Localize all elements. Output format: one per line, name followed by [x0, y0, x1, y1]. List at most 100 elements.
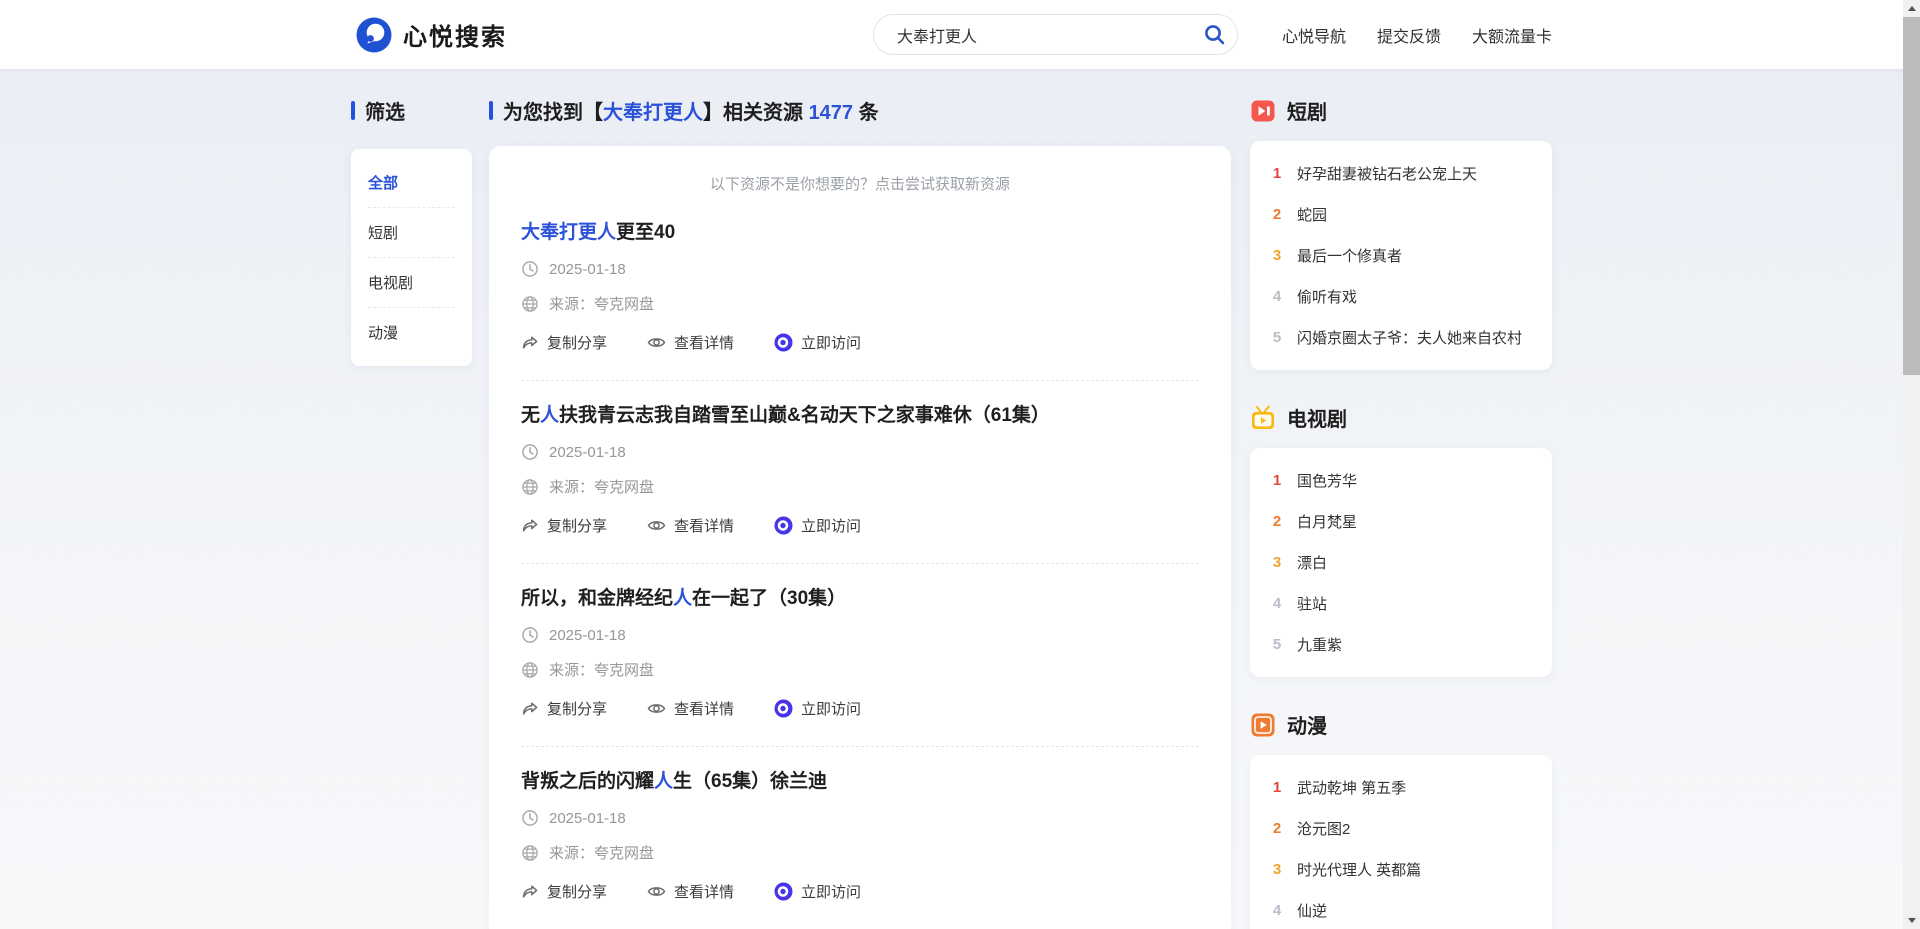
ranking-item[interactable]: 1武动乾坤 第五季	[1270, 767, 1532, 808]
copy-share-label: 复制分享	[547, 332, 607, 353]
ranking-item[interactable]: 4偷听有戏	[1270, 276, 1532, 317]
view-details-button[interactable]: 查看详情	[647, 698, 734, 719]
results-list: 大奉打更人更至40 2025-01-18 来源：夸克网盘	[521, 198, 1199, 929]
view-details-label: 查看详情	[674, 332, 734, 353]
copy-share-button[interactable]: 复制分享	[521, 515, 607, 536]
nav-link[interactable]: 提交反馈	[1377, 23, 1441, 47]
result-title-link[interactable]: 无人扶我青云志我自踏雪至山巅&名动天下之家事难休（61集）	[521, 404, 1199, 428]
rankings-panel: 短剧 1好孕甜妻被钻石老公宠上天2蛇园3最后一个修真者4偷听有戏5闪婚京圈太子爷…	[1250, 96, 1552, 929]
rank-number: 2	[1270, 513, 1284, 530]
copy-share-button[interactable]: 复制分享	[521, 881, 607, 902]
share-icon	[521, 883, 539, 901]
search-icon	[1203, 23, 1226, 46]
rank-number: 3	[1270, 861, 1284, 878]
filter-item[interactable]: 全部	[368, 158, 455, 208]
filter-panel: 筛选 全部短剧电视剧动漫	[351, 96, 472, 366]
scroll-down-button[interactable]	[1903, 912, 1920, 929]
heading-count: 1477	[809, 102, 854, 124]
scrollbar-thumb[interactable]	[1903, 17, 1920, 375]
ranking-item[interactable]: 5九重紫	[1270, 624, 1532, 665]
copy-share-button[interactable]: 复制分享	[521, 698, 607, 719]
ranking-item[interactable]: 3漂白	[1270, 542, 1532, 583]
filter-title: 筛选	[365, 96, 405, 125]
rank-number: 1	[1270, 472, 1284, 489]
ranking-item[interactable]: 2沧元图2	[1270, 808, 1532, 849]
visit-now-button[interactable]: 立即访问	[774, 698, 861, 719]
header: 心悦搜索 心悦导航 提交反馈 大额流量卡	[0, 0, 1920, 69]
results-heading-text: 为您找到【大奉打更人】相关资源 1477 条	[503, 96, 879, 125]
visit-now-button[interactable]: 立即访问	[774, 515, 861, 536]
logo[interactable]: 心悦搜索	[355, 0, 507, 69]
result-source: 来源：夸克网盘	[549, 842, 654, 863]
visit-icon	[774, 699, 793, 718]
filter-item[interactable]: 动漫	[368, 308, 455, 357]
scrollbar[interactable]	[1903, 0, 1920, 929]
eye-icon	[647, 333, 666, 352]
ranking-item[interactable]: 4 驻站	[1270, 583, 1532, 624]
result-source: 来源：夸克网盘	[549, 293, 654, 314]
search-button[interactable]	[1191, 15, 1237, 54]
filter-item[interactable]: 短剧	[368, 208, 455, 258]
result-date-row: 2025-01-18	[521, 443, 1199, 461]
ranking-item[interactable]: 5闪婚京圈太子爷：夫人她来自农村	[1270, 317, 1532, 358]
rank-label: 国色芳华	[1297, 470, 1357, 491]
globe-icon	[521, 295, 539, 313]
result-actions: 复制分享 查看详情 立即访问	[521, 332, 1199, 353]
view-details-button[interactable]: 查看详情	[647, 515, 734, 536]
result-item: 无人扶我青云志我自踏雪至山巅&名动天下之家事难休（61集） 2025-01-18	[521, 381, 1199, 564]
result-source-row: 来源：夸克网盘	[521, 659, 1199, 680]
results-card: 以下资源不是你想要的？点击尝试获取新资源 大奉打更人更至40 2025-01-1…	[489, 146, 1231, 929]
result-title-link[interactable]: 大奉打更人更至40	[521, 221, 1199, 245]
nav-link[interactable]: 大额流量卡	[1472, 23, 1552, 47]
ranking-item[interactable]: 4仙逆	[1270, 890, 1532, 929]
rank-number: 4	[1270, 595, 1284, 612]
visit-now-label: 立即访问	[801, 881, 861, 902]
ranking-heading: 短剧	[1250, 96, 1552, 125]
rank-label: 驻站	[1297, 593, 1327, 614]
clock-icon	[521, 809, 539, 827]
heading-prefix: 为您找到【	[503, 102, 603, 124]
visit-icon	[774, 333, 793, 352]
result-title-link[interactable]: 背叛之后的闪耀人生（65集）徐兰迪	[521, 770, 1199, 794]
visit-now-button[interactable]: 立即访问	[774, 332, 861, 353]
rank-label: 九重紫	[1297, 634, 1342, 655]
rank-number: 4	[1270, 902, 1284, 919]
visit-now-button[interactable]: 立即访问	[774, 881, 861, 902]
ranking-item[interactable]: 2白月梵星	[1270, 501, 1532, 542]
filter-item[interactable]: 电视剧	[368, 258, 455, 308]
rank-number: 1	[1270, 165, 1284, 182]
ranking-card: 1武动乾坤 第五季2沧元图23时光代理人 英都篇4仙逆5牧神记	[1250, 755, 1552, 929]
result-source-row: 来源：夸克网盘	[521, 476, 1199, 497]
short-drama-icon	[1250, 98, 1276, 124]
search-bar	[873, 14, 1238, 55]
scroll-up-button[interactable]	[1903, 0, 1920, 17]
rank-number: 3	[1270, 247, 1284, 264]
ranking-item[interactable]: 3 时光代理人 英都篇	[1270, 849, 1532, 890]
result-title-link[interactable]: 所以，和金牌经纪人在一起了（30集）	[521, 587, 1199, 611]
result-actions: 复制分享 查看详情 立即访问	[521, 515, 1199, 536]
ranking-item[interactable]: 1好孕甜妻被钻石老公宠上天	[1270, 153, 1532, 194]
ranking-item[interactable]: 3 最后一个修真者	[1270, 235, 1532, 276]
nav-link[interactable]: 心悦导航	[1282, 23, 1346, 47]
search-input[interactable]	[874, 15, 1191, 54]
result-item: 背叛之后的闪耀人生（65集）徐兰迪 2025-01-18 来源：	[521, 747, 1199, 929]
result-date: 2025-01-18	[549, 444, 626, 461]
rank-label: 时光代理人 英都篇	[1297, 859, 1421, 880]
copy-share-label: 复制分享	[547, 515, 607, 536]
globe-icon	[521, 478, 539, 496]
view-details-button[interactable]: 查看详情	[647, 332, 734, 353]
clock-icon	[521, 626, 539, 644]
heading-suffix: 条	[853, 102, 879, 124]
refresh-hint-link[interactable]: 以下资源不是你想要的？点击尝试获取新资源	[521, 173, 1199, 194]
ranking-item[interactable]: 2蛇园	[1270, 194, 1532, 235]
view-details-button[interactable]: 查看详情	[647, 881, 734, 902]
copy-share-button[interactable]: 复制分享	[521, 332, 607, 353]
tv-icon	[1250, 405, 1276, 431]
results-panel: 为您找到【大奉打更人】相关资源 1477 条 以下资源不是你想要的？点击尝试获取…	[489, 96, 1231, 929]
rank-label: 蛇园	[1297, 204, 1327, 225]
arrow-down-icon	[1908, 918, 1916, 923]
title-keyword: 人	[654, 771, 673, 792]
view-details-label: 查看详情	[674, 881, 734, 902]
ranking-item[interactable]: 1 国色芳华	[1270, 460, 1532, 501]
rank-label: 最后一个修真者	[1297, 245, 1402, 266]
